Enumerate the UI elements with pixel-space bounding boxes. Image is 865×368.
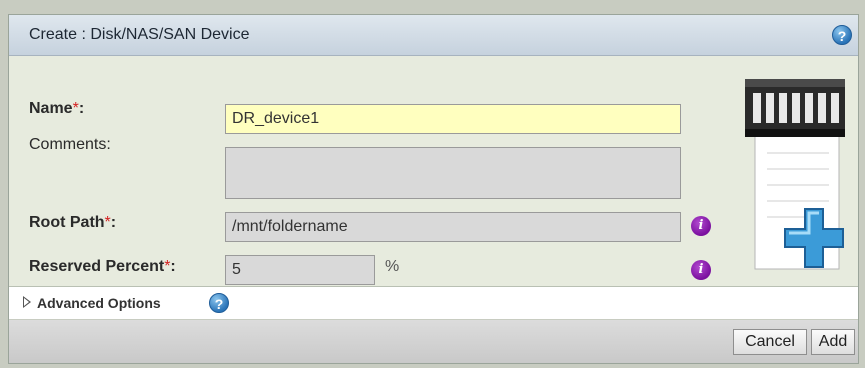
advanced-options-label[interactable]: Advanced Options <box>37 295 161 311</box>
form-area: Name*: Comments: Root Path*: i Reserved … <box>9 56 858 287</box>
reserved-percent-info-icon[interactable]: i <box>691 260 711 280</box>
root-path-info-icon[interactable]: i <box>691 216 711 236</box>
name-input[interactable] <box>225 104 681 134</box>
root-path-input[interactable] <box>225 212 681 242</box>
percent-unit: % <box>385 258 400 275</box>
root-path-label: Root Path*: <box>29 214 117 231</box>
comments-label: Comments: <box>29 136 111 153</box>
comments-textarea[interactable] <box>225 147 681 199</box>
dialog-footer: Cancel Add <box>9 320 858 363</box>
create-device-dialog: Create : Disk/NAS/SAN Device ? Name*: Co… <box>8 14 859 364</box>
name-label: Name*: <box>29 100 85 117</box>
triangle-right-icon[interactable] <box>23 296 31 308</box>
reserved-percent-input[interactable] <box>225 255 375 285</box>
dialog-titlebar: Create : Disk/NAS/SAN Device ? <box>9 15 858 56</box>
reserved-percent-label: Reserved Percent*: <box>29 258 176 275</box>
cancel-button[interactable]: Cancel <box>733 329 807 355</box>
storage-device-illustration <box>745 79 845 270</box>
help-icon[interactable]: ? <box>832 25 852 45</box>
add-button[interactable]: Add <box>811 329 855 355</box>
help-icon[interactable]: ? <box>209 293 229 313</box>
dialog-title: Create : Disk/NAS/SAN Device <box>29 26 250 43</box>
advanced-options-bar[interactable]: Advanced Options ? <box>9 287 858 320</box>
